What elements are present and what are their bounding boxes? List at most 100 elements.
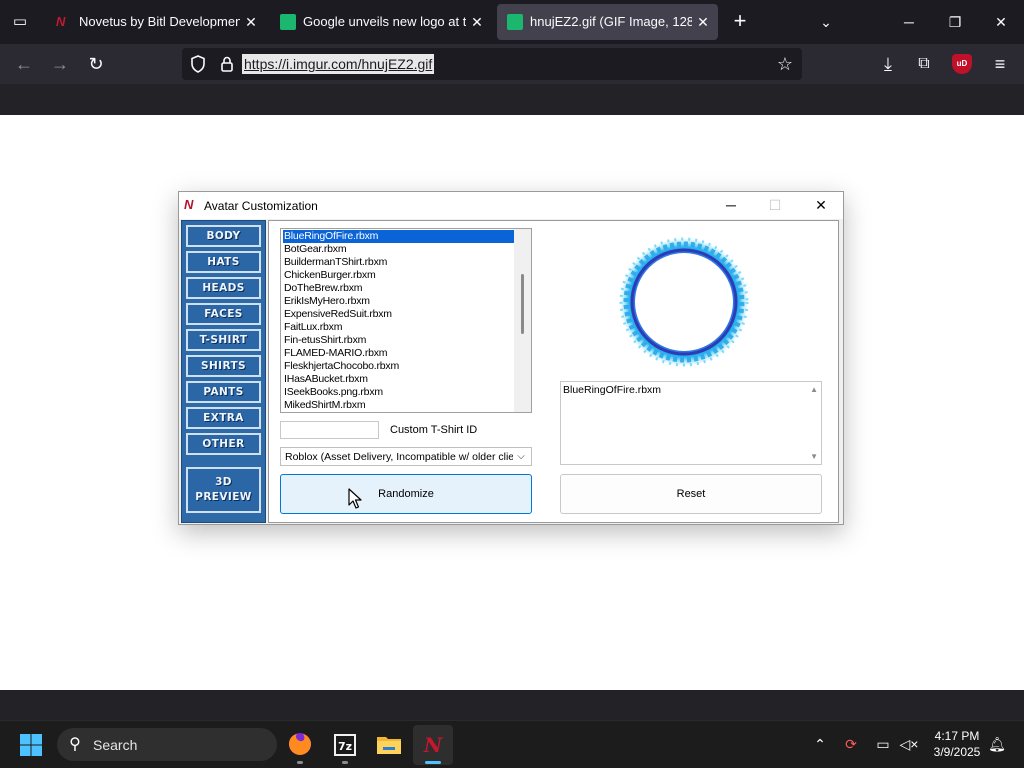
chevron-down-icon[interactable]: ⌄ (815, 10, 837, 34)
list-item[interactable]: ExpensiveRedSuit.rbxm (283, 308, 515, 321)
firefox-icon[interactable] (280, 725, 320, 765)
list-item[interactable]: Fin-etusShirt.rbxm (283, 334, 515, 347)
3d-preview-label-line2: PREVIEW (195, 491, 252, 503)
list-item[interactable]: BlueRingOfFire.rbxm (283, 230, 515, 243)
item-list: BlueRingOfFire.rbxm BotGear.rbxm Builderma… (283, 230, 515, 412)
category-panel: BODY HATS HEADS FACES T-SHIRT SHIRTS PAN… (181, 220, 266, 523)
list-item[interactable]: BuildermanTShirt.rbxm (283, 256, 515, 269)
scrollbar-thumb[interactable] (521, 274, 524, 334)
list-item[interactable]: IHasABucket.rbxm (283, 373, 515, 386)
tab-hnujez2[interactable]: hnujEZ2.gif (GIF Image, 1280 × ✕ (497, 4, 718, 40)
list-item[interactable]: ChickenBurger.rbxm (283, 269, 515, 282)
category-faces-button[interactable]: FACES (186, 303, 261, 325)
update-sync-icon[interactable]: ⟳ (840, 733, 862, 755)
running-indicator (297, 761, 303, 764)
category-tshirt-button[interactable]: T-SHIRT (186, 329, 261, 351)
system-clock[interactable]: 4:17 PM 3/9/2025 (928, 728, 986, 760)
close-tab-icon[interactable]: ✕ (696, 13, 710, 31)
avatar-customization-window: N Avatar Customization ─ ☐ ✕ BODY HATS H… (178, 191, 844, 525)
randomize-button[interactable]: Randomize (280, 474, 532, 514)
close-window-icon[interactable]: ✕ (978, 0, 1024, 44)
novetus-icon[interactable]: N (413, 725, 453, 765)
reset-button[interactable]: Reset (560, 474, 822, 514)
listbox-scrollbar[interactable] (514, 229, 531, 412)
scroll-down-icon[interactable]: ▼ (810, 452, 818, 461)
list-item[interactable]: BotGear.rbxm (283, 243, 515, 256)
minimize-window-icon[interactable]: ─ (886, 0, 932, 44)
list-item[interactable]: FaitLux.rbxm (283, 321, 515, 334)
volume-muted-icon[interactable]: ◁× (898, 733, 920, 755)
imgur-favicon-icon (280, 14, 296, 30)
tab-title: Novetus by Bitl Development St (79, 14, 240, 29)
category-hats-button[interactable]: HATS (186, 251, 261, 273)
back-icon[interactable]: ← (12, 52, 36, 76)
mouse-pointer-icon (348, 488, 362, 509)
restore-window-icon[interactable]: ❐ (932, 0, 978, 44)
chevron-up-icon[interactable]: ⌃ (809, 733, 831, 755)
close-tab-icon[interactable]: ✕ (470, 13, 484, 31)
tab-google[interactable]: Google unveils new logo at turn ✕ (270, 4, 492, 40)
novetus-logo-icon: N (184, 197, 194, 212)
tab-novetus[interactable]: N Novetus by Bitl Development St ✕ (46, 4, 266, 40)
category-shirts-button[interactable]: SHIRTS (186, 355, 261, 377)
svg-text:N: N (423, 733, 443, 757)
list-item[interactable]: DoTheBrew.rbxm (283, 282, 515, 295)
custom-tshirt-id-input[interactable] (280, 421, 379, 439)
url-text[interactable]: https://i.imgur.com/hnujEZ2.gif (242, 54, 435, 74)
url-bar[interactable]: https://i.imgur.com/hnujEZ2.gif ☆ (182, 48, 802, 80)
list-item[interactable]: FleskhjertaChocobo.rbxm (283, 360, 515, 373)
tab-bar: ▭ N Novetus by Bitl Development St ✕ Goo… (0, 0, 1024, 44)
list-item[interactable]: ErikIsMyHero.rbxm (283, 295, 515, 308)
category-extra-button[interactable]: EXTRA (186, 407, 261, 429)
imgur-favicon-icon (507, 14, 523, 30)
category-heads-button[interactable]: HEADS (186, 277, 261, 299)
close-icon[interactable]: ✕ (799, 192, 843, 219)
asset-source-value: Roblox (Asset Delivery, Incompatible w/ … (285, 451, 513, 463)
clock-time: 4:17 PM (934, 729, 980, 743)
category-other-button[interactable]: OTHER (186, 433, 261, 455)
new-tab-icon[interactable]: + (728, 10, 752, 34)
minimize-icon[interactable]: ─ (709, 192, 753, 219)
close-tab-icon[interactable]: ✕ (244, 13, 258, 31)
tab-title: Google unveils new logo at turn (303, 14, 466, 29)
3d-preview-button[interactable]: 3D PREVIEW (186, 467, 261, 513)
shield-icon[interactable] (188, 54, 208, 74)
network-icon[interactable]: ▭ (872, 733, 894, 755)
extensions-icon[interactable]: ⧉ (912, 52, 936, 76)
items-panel: BlueRingOfFire.rbxm BotGear.rbxm Builderma… (268, 220, 839, 523)
lock-icon[interactable] (217, 54, 237, 74)
downloads-icon[interactable]: ⤓ (876, 52, 900, 76)
svg-text:7z: 7z (338, 740, 352, 753)
chevron-down-icon[interactable]: ⌵ (514, 449, 528, 465)
taskbar-search[interactable]: ⚲ Search (57, 728, 277, 761)
custom-tshirt-id-label: Custom T-Shirt ID (390, 424, 478, 436)
notifications-bell-icon[interactable]: 🔔︎ (986, 733, 1008, 755)
window-title: Avatar Customization (204, 199, 318, 213)
file-explorer-icon[interactable] (369, 725, 409, 765)
image-viewer-background (0, 84, 1024, 115)
asset-source-select[interactable]: Roblox (Asset Delivery, Incompatible w/ … (280, 447, 532, 466)
item-description-box[interactable]: BlueRingOfFire.rbxm ▲ ▼ (560, 381, 822, 465)
list-item[interactable]: MikedShirtM.rbxm (283, 399, 515, 412)
running-indicator (425, 761, 441, 764)
list-item[interactable]: FLAMED-MARIO.rbxm (283, 347, 515, 360)
category-body-button[interactable]: BODY (186, 225, 261, 247)
item-listbox[interactable]: BlueRingOfFire.rbxm BotGear.rbxm Builderma… (280, 228, 532, 413)
menu-icon[interactable]: ≡ (988, 52, 1012, 76)
windows-start-icon[interactable] (19, 733, 43, 757)
3d-preview-label-line1: 3D (215, 476, 232, 488)
reload-icon[interactable]: ↻ (84, 52, 108, 76)
7zip-icon[interactable]: 7z (325, 725, 365, 765)
tab-title: hnujEZ2.gif (GIF Image, 1280 × (530, 14, 692, 29)
window-titlebar: N Avatar Customization ─ ☐ ✕ (179, 192, 843, 219)
forward-icon[interactable]: → (48, 52, 72, 76)
taskbar: ⚲ Search 7z N ⌃ ⟳ ▭ ◁× 4:17 PM 3/9/2025 … (0, 720, 1024, 768)
scroll-up-icon[interactable]: ▲ (810, 385, 818, 394)
category-pants-button[interactable]: PANTS (186, 381, 261, 403)
item-preview-image (619, 237, 749, 367)
list-all-tabs-icon[interactable]: ▭ (8, 10, 32, 34)
ublock-origin-icon[interactable]: uD (952, 54, 972, 74)
list-item[interactable]: ISeekBooks.png.rbxm (283, 386, 515, 399)
image-viewer-background (0, 690, 1024, 720)
bookmark-star-icon[interactable]: ☆ (774, 53, 796, 75)
